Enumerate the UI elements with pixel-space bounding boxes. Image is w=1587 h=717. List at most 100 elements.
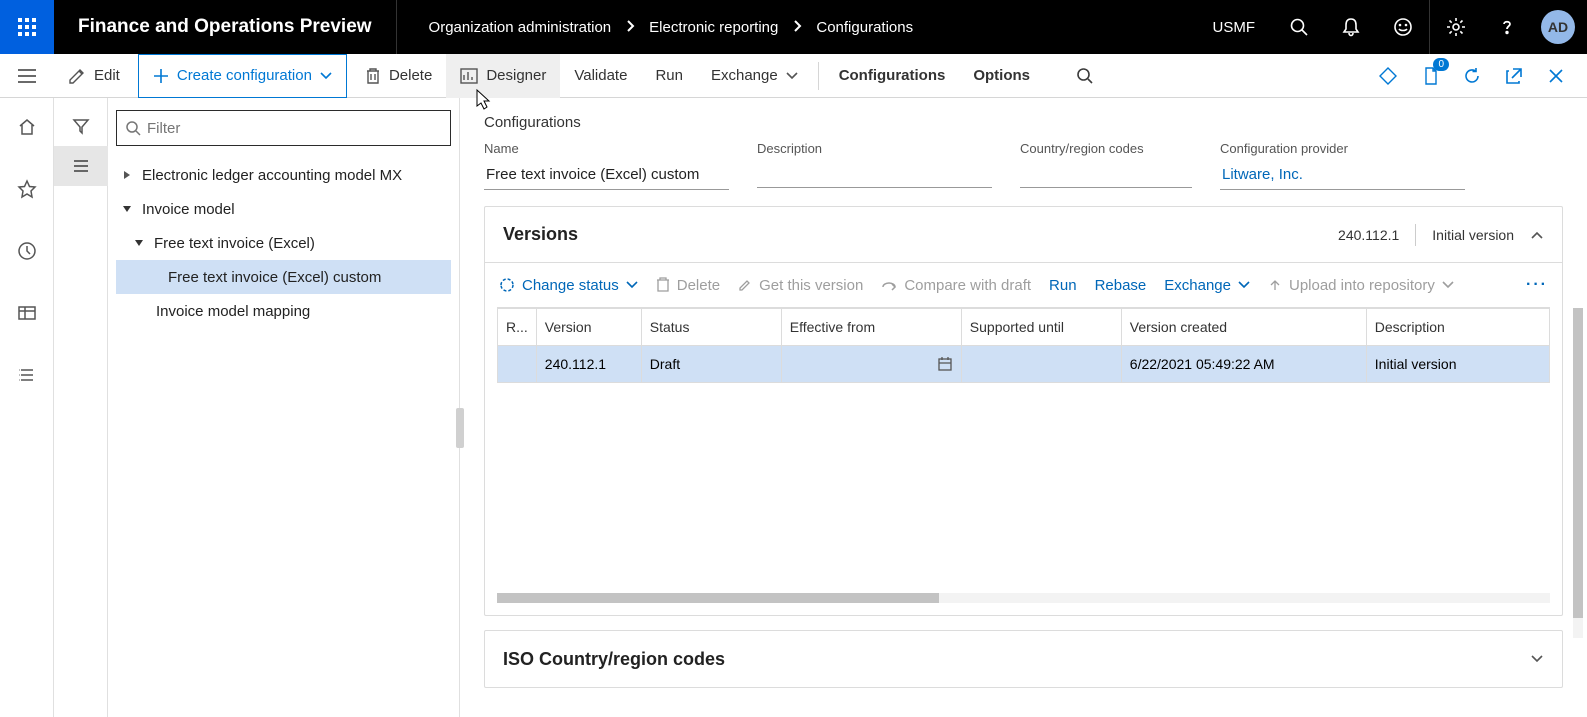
filter-input[interactable] [141, 120, 442, 137]
user-avatar[interactable]: AD [1541, 10, 1575, 44]
edit-icon [738, 278, 752, 292]
col-version[interactable]: Version [536, 309, 641, 346]
search-icon [125, 120, 141, 136]
cell-eff-from[interactable] [781, 346, 961, 383]
scroll-thumb[interactable] [497, 593, 939, 603]
rail-workspaces[interactable] [0, 294, 54, 332]
bell-icon [1341, 17, 1361, 37]
diamond-button[interactable] [1367, 54, 1409, 98]
refresh-icon [1462, 66, 1482, 86]
col-supp-until[interactable]: Supported until [961, 309, 1121, 346]
tree-node-invoice-model-mapping[interactable]: Invoice model mapping [116, 294, 451, 328]
prov-value[interactable]: Litware, Inc. [1220, 162, 1465, 190]
settings-button[interactable] [1429, 0, 1481, 54]
options-tab[interactable]: Options [959, 54, 1044, 98]
configurations-tab[interactable]: Configurations [825, 54, 960, 98]
detail-vscroll[interactable] [1573, 308, 1583, 638]
get-version-button[interactable]: Get this version [738, 277, 863, 294]
config-tree: Electronic ledger accounting model MX In… [116, 158, 451, 328]
help-button[interactable] [1481, 0, 1533, 54]
tree-node-invoice-model[interactable]: Invoice model [116, 192, 451, 226]
search-button[interactable] [1273, 0, 1325, 54]
funnel-icon [72, 117, 90, 135]
name-value[interactable]: Free text invoice (Excel) custom [484, 162, 729, 190]
company-code[interactable]: USMF [1195, 19, 1274, 36]
upload-button[interactable]: Upload into repository [1268, 277, 1454, 294]
desc-value[interactable] [757, 162, 992, 188]
vscroll-thumb[interactable] [1573, 308, 1583, 618]
compare-button[interactable]: Compare with draft [881, 277, 1031, 294]
breadcrumb-configurations[interactable]: Configurations [816, 19, 913, 36]
close-button[interactable] [1535, 54, 1577, 98]
versions-header[interactable]: Versions 240.112.1 Initial version [485, 207, 1562, 263]
attachments-button[interactable]: 0 [1409, 54, 1451, 98]
col-r[interactable]: R... [498, 309, 537, 346]
filter-funnel-button[interactable] [54, 106, 108, 146]
cell-created[interactable]: 6/22/2021 05:49:22 AM [1121, 346, 1366, 383]
field-description: Description [757, 141, 992, 190]
table-row[interactable]: 240.112.1 Draft 6/22/2021 05:49:22 AM In… [498, 346, 1550, 383]
tree-node-label: Free text invoice (Excel) [154, 235, 315, 252]
cell-status[interactable]: Draft [641, 346, 781, 383]
cell-version[interactable]: 240.112.1 [536, 346, 641, 383]
col-created[interactable]: Version created [1121, 309, 1366, 346]
breadcrumb-electronic-reporting[interactable]: Electronic reporting [649, 19, 778, 36]
version-run-label: Run [1049, 277, 1077, 294]
side-filter-column [54, 98, 108, 717]
nav-rail [0, 98, 54, 717]
rebase-button[interactable]: Rebase [1095, 277, 1147, 294]
help-icon [1497, 17, 1517, 37]
more-actions-button[interactable]: ··· [1526, 276, 1548, 294]
create-configuration-button[interactable]: Create configuration [138, 54, 347, 98]
calendar-icon[interactable] [937, 356, 953, 372]
expand-button[interactable] [1530, 651, 1544, 667]
version-delete-button[interactable]: Delete [656, 277, 720, 294]
rail-home[interactable] [0, 108, 54, 146]
tree-node-label: Invoice model mapping [156, 303, 310, 320]
col-desc[interactable]: Description [1366, 309, 1549, 346]
rail-modules[interactable] [0, 356, 54, 394]
cell-r[interactable] [498, 346, 537, 383]
designer-icon [460, 68, 478, 84]
collapse-button[interactable] [1530, 227, 1544, 243]
upload-label: Upload into repository [1289, 277, 1435, 294]
refresh-button[interactable] [1451, 54, 1493, 98]
popout-button[interactable] [1493, 54, 1535, 98]
iso-title: ISO Country/region codes [503, 649, 725, 670]
tree-node-fti-excel[interactable]: Free text invoice (Excel) [116, 226, 451, 260]
rail-recent[interactable] [0, 232, 54, 270]
filter-field[interactable] [116, 110, 451, 146]
app-launcher-button[interactable] [0, 0, 54, 54]
tree-node-fti-excel-custom[interactable]: Free text invoice (Excel) custom [116, 260, 451, 294]
tree-node-ledger-mx[interactable]: Electronic ledger accounting model MX [116, 158, 451, 192]
validate-button[interactable]: Validate [560, 54, 641, 98]
cell-desc[interactable]: Initial version [1366, 346, 1549, 383]
delete-button[interactable]: Delete [351, 54, 446, 98]
iso-panel: ISO Country/region codes [484, 630, 1563, 688]
exchange-button[interactable]: Exchange [697, 54, 812, 98]
versions-toolbar: Change status Delete Get this version Co… [485, 263, 1562, 307]
breadcrumb-org-admin[interactable]: Organization administration [429, 19, 612, 36]
nav-toggle-button[interactable] [0, 54, 54, 98]
ctry-value[interactable] [1020, 162, 1192, 188]
col-eff-from[interactable]: Effective from [781, 309, 961, 346]
feedback-button[interactable] [1377, 0, 1429, 54]
summary-desc: Initial version [1432, 227, 1514, 243]
action-bar-right: 0 [1367, 54, 1587, 98]
version-exchange-button[interactable]: Exchange [1164, 277, 1250, 294]
run-button[interactable]: Run [641, 54, 697, 98]
iso-header[interactable]: ISO Country/region codes [485, 631, 1562, 687]
change-status-button[interactable]: Change status [499, 277, 638, 294]
tree-pane: Electronic ledger accounting model MX In… [108, 98, 460, 717]
edit-button[interactable]: Edit [54, 54, 134, 98]
designer-button[interactable]: Designer [446, 54, 560, 98]
action-search-button[interactable] [1064, 54, 1106, 98]
grid-hscroll[interactable] [497, 593, 1550, 603]
list-view-button[interactable] [54, 146, 108, 186]
version-run-button[interactable]: Run [1049, 277, 1077, 294]
col-status[interactable]: Status [641, 309, 781, 346]
field-country: Country/region codes [1020, 141, 1192, 190]
cell-supp-until[interactable] [961, 346, 1121, 383]
rail-favorites[interactable] [0, 170, 54, 208]
notifications-button[interactable] [1325, 0, 1377, 54]
